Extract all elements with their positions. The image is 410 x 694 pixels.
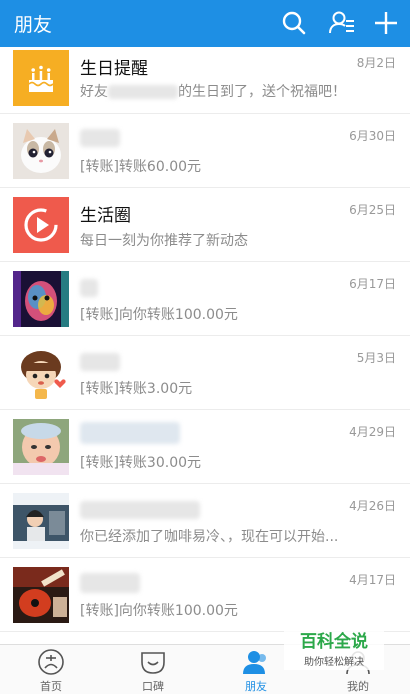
redacted-name <box>80 422 180 444</box>
top-bar: 朋友 <box>0 0 410 47</box>
message-date: 6月25日 <box>349 203 396 217</box>
last-message: 你已经添加了咖啡易冷、，现在可以开始... <box>80 529 339 545</box>
last-message: 每日一刻为你推荐了新动态 <box>80 233 248 249</box>
message-date: 4月26日 <box>349 499 396 513</box>
contacts-icon[interactable] <box>327 8 357 38</box>
contact-name: 生日提醒 <box>80 59 148 79</box>
tab-home[interactable]: 首页 <box>10 645 92 694</box>
message-date: 4月29日 <box>349 425 396 439</box>
last-message: [转账]转账60.00元 <box>80 159 202 175</box>
list-item[interactable]: [转账]向你转账100.00元 6月17日 <box>0 262 410 336</box>
search-icon[interactable] <box>279 8 309 38</box>
list-item[interactable]: [转账]向你转账100.00元 4月17日 <box>0 558 410 632</box>
cartoon-boy-photo <box>13 345 69 401</box>
tab-koubei[interactable]: 口碑 <box>112 645 194 694</box>
colorful-face-photo <box>13 271 69 327</box>
friends-icon <box>243 651 266 674</box>
cake-icon <box>13 50 69 106</box>
list-item[interactable]: [转账]转账3.00元 5月3日 <box>0 336 410 410</box>
list-item[interactable]: 生日提醒 好友 的生日到了，送个祝福吧！ 8月2日 <box>0 47 410 114</box>
alipay-icon <box>38 649 64 675</box>
guitar-photo <box>13 567 69 623</box>
list-item[interactable]: 生活圈 每日一刻为你推荐了新动态 6月25日 <box>0 188 410 262</box>
tab-label: 朋友 <box>245 680 267 693</box>
message-date: 6月17日 <box>349 277 396 291</box>
redacted-name <box>80 501 200 519</box>
tab-label: 首页 <box>40 680 62 693</box>
baby-photo <box>13 419 69 475</box>
last-message: [转账]转账3.00元 <box>80 381 193 397</box>
koubei-icon <box>141 652 165 674</box>
message-date: 6月30日 <box>349 129 396 143</box>
list-item[interactable]: 你已经添加了咖啡易冷、，现在可以开始... 4月26日 <box>0 484 410 558</box>
conversation-list: 生日提醒 好友 的生日到了，送个祝福吧！ 8月2日 [转账]转账60.00元 6月… <box>0 47 410 632</box>
kitten-photo <box>13 123 69 179</box>
person-photo <box>13 493 69 549</box>
contact-name: 生活圈 <box>80 206 131 226</box>
message-date: 5月3日 <box>356 351 396 365</box>
list-item[interactable]: [转账]转账30.00元 4月29日 <box>0 410 410 484</box>
redacted-name <box>80 353 120 371</box>
redacted-name <box>80 279 98 297</box>
redacted-name <box>80 573 140 593</box>
page-title: 朋友 <box>14 14 53 36</box>
watermark-title: 百科全说 <box>300 632 368 652</box>
last-message: 好友 的生日到了，送个祝福吧！ <box>80 84 346 100</box>
redacted-name <box>80 129 120 147</box>
last-message: [转账]向你转账100.00元 <box>80 603 238 619</box>
last-message: [转账]转账30.00元 <box>80 455 202 471</box>
plus-icon[interactable] <box>371 8 401 38</box>
message-date: 8月2日 <box>356 56 396 70</box>
tab-label: 口碑 <box>142 680 164 693</box>
watermark-subtitle: 助你轻松解决 <box>304 657 364 668</box>
watermark-logo: 百科全说 助你轻松解决 <box>284 626 384 670</box>
last-message: [转账]向你转账100.00元 <box>80 307 238 323</box>
list-item[interactable]: [转账]转账60.00元 6月30日 <box>0 114 410 188</box>
play-icon <box>13 197 69 253</box>
tab-label: 我的 <box>347 680 369 693</box>
message-date: 4月17日 <box>349 573 396 587</box>
